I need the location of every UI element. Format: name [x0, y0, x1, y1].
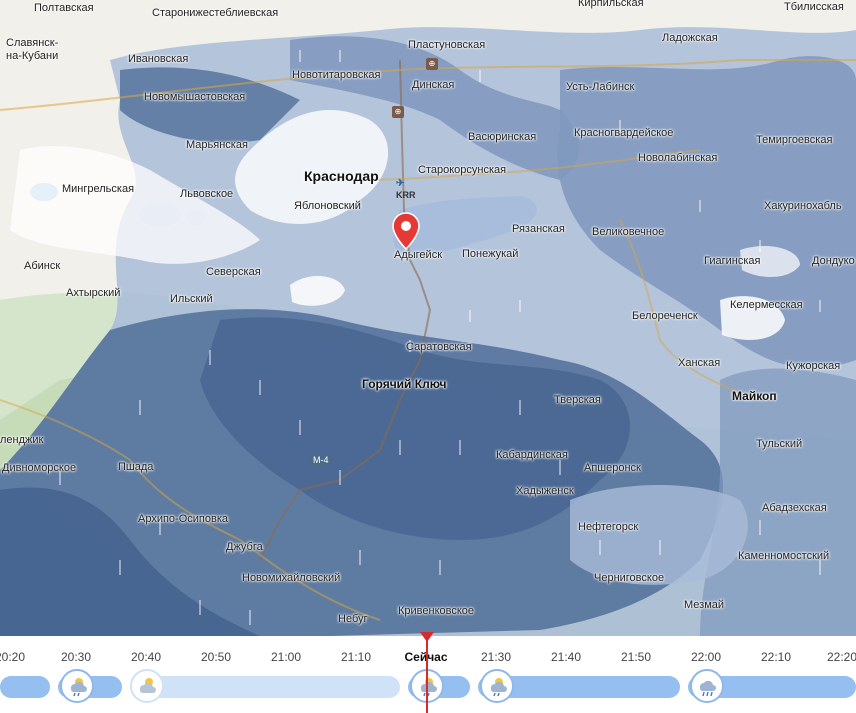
cloud-rain-icon[interactable] — [60, 669, 94, 703]
map-base — [0, 0, 856, 636]
time-tick[interactable]: 22:20 — [827, 650, 856, 664]
precipitation-map[interactable]: Полтавская Старонижестеблиевская Кирпиль… — [0, 0, 856, 636]
place-neftegorsk: Нефтегорск — [578, 521, 639, 533]
airport-icon: ✈ — [396, 178, 405, 189]
place-krasnodar: Краснодар — [304, 168, 379, 184]
place-adygeysk: Адыгейск — [394, 249, 443, 261]
place-krivenkovskoe: Кривенковское — [398, 605, 475, 617]
place-tulsky: Тульский — [756, 438, 803, 450]
place-saratovskaya: Саратовская — [406, 341, 472, 353]
place-cherniogovskoe: Черниговское — [594, 572, 665, 584]
place-mingrelskaya: Мингрельская — [62, 183, 135, 195]
place-temirgoevskaya: Темиргоевская — [756, 134, 833, 146]
place-tbilisskaya: Тбилисская — [784, 1, 844, 13]
place-khanskaya: Ханская — [678, 357, 721, 369]
place-dondukovskaya: Дондуко — [812, 255, 855, 267]
place-pshada: Пшада — [118, 461, 154, 473]
place-khadyzhensk: Хадыженск — [516, 485, 574, 497]
place-lvovskoe: Львовское — [180, 188, 234, 200]
place-goryachy-klyuch: Горячий Ключ — [362, 377, 447, 391]
cloud-rain-icon[interactable] — [480, 669, 514, 703]
time-tick[interactable]: 20:30 — [61, 650, 91, 664]
time-tick[interactable]: 21:30 — [481, 650, 511, 664]
place-abadzekhskaya: Абадзехская — [762, 502, 827, 514]
place-kabardinskaya: Кабардинская — [496, 449, 568, 461]
place-nebug: Небуг — [338, 613, 368, 625]
place-ust-labinsk: Усть-Лабинск — [566, 81, 635, 93]
place-kirpilskaya: Кирпильская — [578, 0, 644, 9]
cloud-rain-icon[interactable] — [690, 669, 724, 703]
place-plastunovskaya: Пластуновская — [408, 39, 486, 51]
place-maryanskaya: Марьянская — [186, 139, 248, 151]
time-tick[interactable]: 22:00 — [691, 650, 721, 664]
place-severskaya: Северская — [206, 266, 261, 278]
time-tick[interactable]: 21:10 — [341, 650, 371, 664]
place-novolabinskaya: Новолабинская — [638, 152, 718, 164]
place-ryazanskaya: Рязанская — [512, 223, 565, 235]
place-giaginskaya: Гиагинская — [704, 255, 761, 267]
time-tick[interactable]: 22:10 — [761, 650, 791, 664]
place-velikovechnoe: Великовечное — [592, 226, 665, 238]
place-ladozhskaya: Ладожская — [662, 32, 718, 44]
time-tick[interactable]: 20:50 — [201, 650, 231, 664]
time-tick[interactable]: 20:40 — [131, 650, 161, 664]
place-dinskaya: Динская — [412, 79, 455, 91]
airport-code: KRR — [396, 190, 416, 200]
place-khakurinokhabl: Хакуринохабль — [764, 200, 842, 212]
place-yablonovsky: Яблоновский — [294, 200, 361, 212]
place-maykop: Майкоп — [732, 389, 777, 403]
place-arkhipo-osipovka: Архипо-Осиповка — [138, 513, 229, 525]
place-kamennomostsky: Каменномостский — [738, 550, 830, 562]
place-ilsky: Ильский — [170, 293, 213, 305]
cloud-sun-icon[interactable] — [130, 669, 164, 703]
place-akhtyrsky: Ахтырский — [66, 287, 121, 299]
place-novotitarovskaya: Новотитаровская — [292, 69, 381, 81]
poi-icon[interactable]: ⊕ — [426, 58, 438, 70]
time-tick[interactable]: 21:40 — [551, 650, 581, 664]
place-ponezhukay: Понежукай — [462, 248, 519, 260]
place-dzhubga: Джубга — [226, 541, 263, 553]
place-gelendzhik: ленджик — [0, 434, 44, 446]
place-apsheronsk: Апшеронск — [584, 462, 641, 474]
place-belorechensk: Белореченск — [632, 310, 698, 322]
poi-icon[interactable]: ⊕ — [392, 106, 404, 118]
place-kuzhorskaya: Кужорская — [786, 360, 841, 372]
place-starokorsunskaya: Старокорсунская — [418, 164, 507, 176]
place-abinsk: Абинск — [24, 260, 61, 272]
place-krasnogvardeyskoe: Красногвардейское — [574, 127, 674, 139]
place-ivanovskaya: Ивановская — [128, 53, 189, 65]
road-m4-badge: M-4 — [310, 455, 332, 465]
place-mezmay: Мезмай — [684, 599, 725, 611]
time-tick[interactable]: 20:20 — [0, 650, 25, 664]
place-divnomorskoe: Дивноморское — [2, 462, 77, 474]
time-tick[interactable]: 21:00 — [271, 650, 301, 664]
place-poltavskaya: Полтавская — [34, 2, 94, 14]
place-novomikhaylovsky: Новомихайловский — [242, 572, 341, 584]
place-staronizhesteblievskaya: Старонижестеблиевская — [152, 7, 279, 19]
place-novomyshastovskaya: Новомышастовская — [144, 91, 246, 103]
precip-bar — [0, 676, 50, 698]
location-pin-icon[interactable] — [392, 212, 420, 251]
place-tverskaya: Тверская — [554, 394, 601, 406]
place-vasyurinskaya: Васюринская — [468, 131, 537, 143]
time-tick[interactable]: 21:50 — [621, 650, 651, 664]
place-kelermesskaya: Келермесская — [730, 299, 803, 311]
place-slavyansk: Славянск- на-Кубани — [6, 37, 59, 62]
precip-bar — [130, 676, 400, 698]
now-marker-line[interactable] — [426, 636, 428, 713]
